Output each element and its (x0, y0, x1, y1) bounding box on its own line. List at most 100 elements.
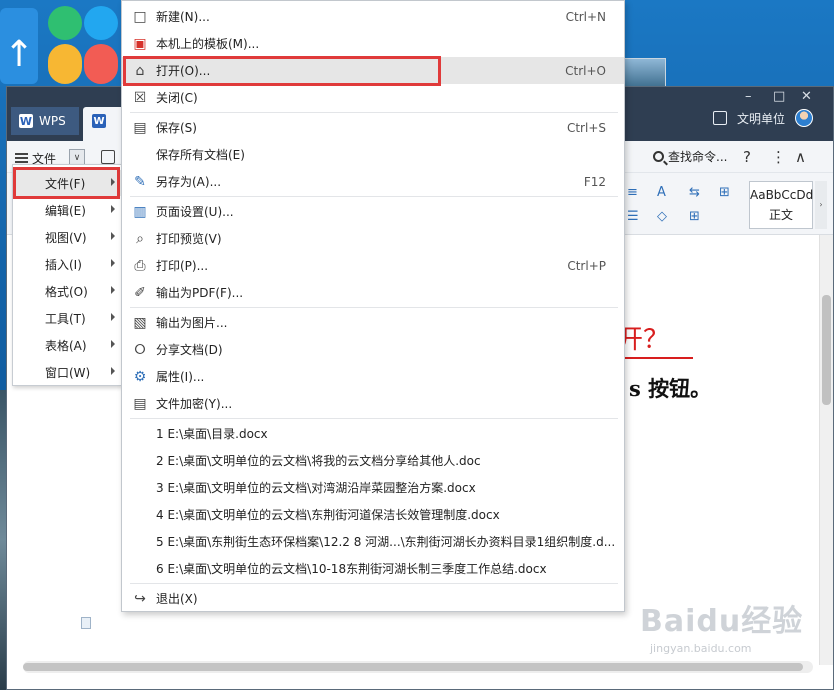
desktop-app-icon[interactable]: ↑ (0, 8, 38, 84)
menu-item-share[interactable]: ⭘ 分享文档(D) (122, 336, 624, 363)
menu-item-print-preview-label: 打印预览(V) (156, 232, 222, 246)
shortcut-save-as: F12 (583, 175, 606, 189)
font-style-icon[interactable]: A (657, 185, 673, 200)
watermark-url: jingyan.baidu.com (650, 642, 752, 655)
recent-file[interactable]: 4 E:\桌面\文明单位的云文档\东荆街河道保洁长效管理制度.docx (122, 501, 624, 528)
user-area[interactable]: 文明单位 (712, 109, 813, 127)
recent-file-label: 2 E:\桌面\文明单位的云文档\将我的云文档分享给其他人.doc (156, 454, 481, 468)
menu-item-new[interactable]: □ 新建(N)... Ctrl+N (122, 3, 624, 30)
window-layout-icon[interactable] (712, 111, 727, 125)
maximize-icon[interactable]: □ (773, 89, 785, 104)
menu-item-export-image-label: 输出为图片... (156, 316, 228, 330)
tab-wps-label: WPS (39, 114, 66, 128)
watermark: Baidu经验 jingyan.baidu.com (640, 596, 803, 655)
document-heading: 开？ (617, 323, 694, 359)
menu-item-page-setup[interactable]: ▥ 页面设置(U)... (122, 198, 624, 225)
menu-item-close-label: 关闭(C) (156, 91, 198, 105)
save-icon[interactable] (101, 150, 115, 164)
menu-table[interactable]: 表格(A) (13, 332, 121, 358)
menu-item-save-as-label: 另存为(A)... (156, 175, 222, 189)
close-icon[interactable]: ✕ (801, 89, 812, 104)
submenu-arrow-icon (111, 205, 115, 213)
more-icon[interactable]: ⋮ (771, 148, 786, 166)
menu-separator (130, 418, 618, 419)
horizontal-scroll-thumb[interactable] (23, 663, 803, 671)
menu-separator (130, 583, 618, 584)
menu-item-encrypt[interactable]: ▤ 文件加密(Y)... (122, 390, 624, 417)
submenu-arrow-icon (111, 232, 115, 240)
command-search[interactable]: 查找命令... (653, 148, 727, 165)
shading-icon[interactable]: ◇ (657, 209, 673, 224)
menu-item-exit[interactable]: ↪ 退出(X) (122, 585, 624, 612)
border-icon[interactable]: ⊞ (689, 209, 705, 224)
menu-format-label: 格式(O) (45, 284, 88, 299)
line-spacing-icon[interactable]: ≡ (627, 185, 643, 200)
menu-separator (130, 196, 618, 197)
menu-separator (130, 307, 618, 308)
style-scroll-button[interactable]: › (815, 181, 827, 229)
menu-view[interactable]: 视图(V) (13, 224, 121, 250)
menu-format[interactable]: 格式(O) (13, 278, 121, 304)
menu-item-print-preview[interactable]: ⌕ 打印预览(V) (122, 225, 624, 252)
share-icon: ⭘ (134, 342, 146, 358)
recent-file[interactable]: 2 E:\桌面\文明单位的云文档\将我的云文档分享给其他人.doc (122, 447, 624, 474)
menu-item-print[interactable]: ⎙ 打印(P)... Ctrl+P (122, 252, 624, 279)
menu-tools[interactable]: 工具(T) (13, 305, 121, 331)
menu-item-save-as[interactable]: ✎ 另存为(A)... F12 (122, 168, 624, 195)
desktop-app-icon-colorful[interactable] (46, 4, 122, 90)
menu-item-export-image[interactable]: ▧ 输出为图片... (122, 309, 624, 336)
writer-doc-icon: W (92, 114, 106, 128)
menu-edit[interactable]: 编辑(E) (13, 197, 121, 223)
printer-icon: ⎙ (134, 258, 146, 274)
menu-separator (130, 112, 618, 113)
menu-item-save[interactable]: ▤ 保存(S) Ctrl+S (122, 114, 624, 141)
save-icon: ▤ (133, 120, 147, 136)
recent-file-label: 3 E:\桌面\文明单位的云文档\对湾湖沿岸菜园整治方案.docx (156, 481, 476, 495)
menu-item-templates-label: 本机上的模板(M)... (156, 37, 260, 51)
menu-item-export-pdf[interactable]: ✐ 输出为PDF(F)... (122, 279, 624, 306)
menu-insert[interactable]: 插入(I) (13, 251, 121, 277)
user-name[interactable]: 文明单位 (737, 110, 785, 127)
menu-insert-label: 插入(I) (45, 257, 82, 272)
horizontal-scrollbar[interactable] (23, 661, 813, 673)
recent-file[interactable]: 6 E:\桌面\文明单位的云文档\10-18东荆街河湖长制三季度工作总结.doc… (122, 555, 624, 582)
list-icon[interactable]: ☰ (627, 209, 643, 224)
menu-item-print-label: 打印(P)... (156, 259, 209, 273)
table-icon[interactable]: ⊞ (719, 185, 735, 200)
menu-item-close[interactable]: ☒ 关闭(C) (122, 84, 624, 111)
recent-file[interactable]: 5 E:\桌面\东荆街生态环保档案\12.2 8 河湖...\东荆街河湖长办资料… (122, 528, 624, 555)
tab-wps-home[interactable]: W WPS (11, 107, 79, 135)
desktop-photo-thumbnail[interactable] (624, 58, 666, 88)
submenu-arrow-icon (111, 340, 115, 348)
shortcut-open: Ctrl+O (565, 64, 606, 78)
menu-item-properties-label: 属性(I)... (156, 370, 205, 384)
minimize-icon[interactable]: – (745, 89, 752, 104)
menu-item-encrypt-label: 文件加密(Y)... (156, 397, 233, 411)
wps-logo-icon: W (19, 114, 33, 128)
submenu-arrow-icon (111, 313, 115, 321)
help-icon[interactable]: ? (743, 148, 751, 166)
recent-file[interactable]: 1 E:\桌面\目录.docx (122, 420, 624, 447)
submenu-arrow-icon (111, 286, 115, 294)
style-normal[interactable]: AaBbCcDd 正文 (749, 181, 813, 229)
menu-item-properties[interactable]: ⚙ 属性(I)... (122, 363, 624, 390)
menu-item-exit-label: 退出(X) (156, 592, 198, 606)
exit-icon: ↪ (134, 591, 146, 607)
recent-file[interactable]: 3 E:\桌面\文明单位的云文档\对湾湖沿岸菜园整治方案.docx (122, 474, 624, 501)
collapse-ribbon-icon[interactable]: ∧ (795, 148, 806, 166)
menu-item-save-label: 保存(S) (156, 121, 197, 135)
close-document-icon: ☒ (133, 90, 147, 106)
submenu-arrow-icon (111, 259, 115, 267)
shortcut-save: Ctrl+S (566, 121, 606, 135)
menu-window[interactable]: 窗口(W) (13, 359, 121, 385)
menu-edit-label: 编辑(E) (45, 203, 86, 218)
avatar[interactable] (795, 109, 813, 127)
command-search-label: 查找命令... (668, 150, 728, 164)
indent-icon[interactable]: ⇆ (689, 185, 705, 200)
vertical-scrollbar[interactable] (819, 235, 833, 665)
vertical-scroll-thumb[interactable] (822, 295, 831, 405)
page-setup-icon: ▥ (133, 204, 147, 220)
style-name: 正文 (768, 208, 793, 222)
menu-item-save-all[interactable]: 保存所有文档(E) (122, 141, 624, 168)
menu-item-templates[interactable]: ▣ 本机上的模板(M)... (122, 30, 624, 57)
